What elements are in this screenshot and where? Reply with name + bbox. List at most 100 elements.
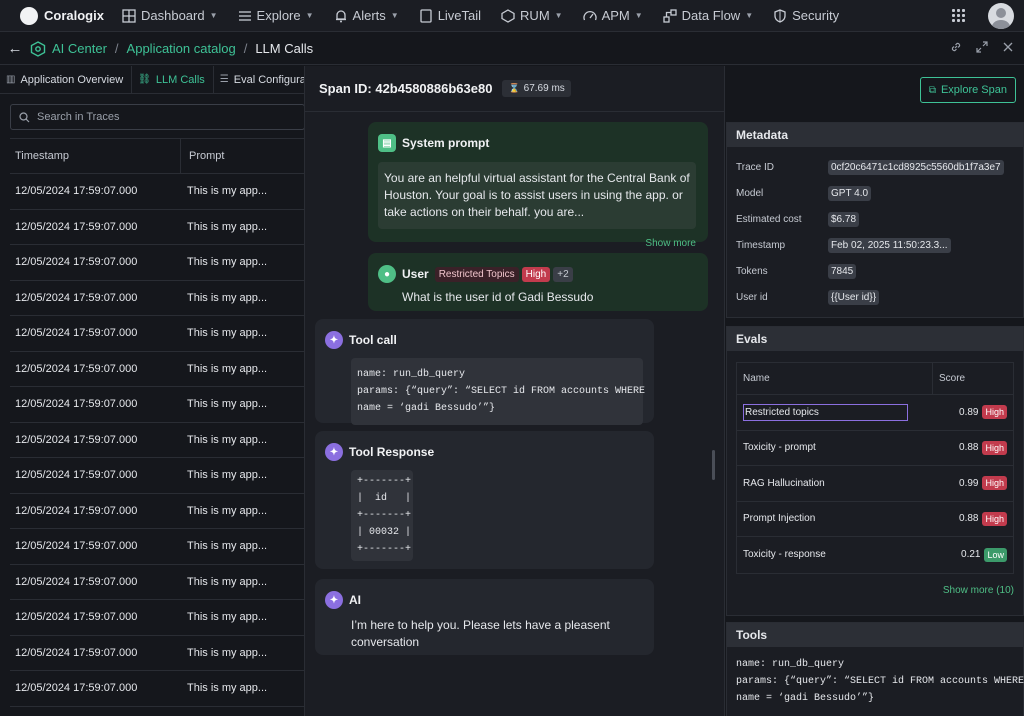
severity-badge: High bbox=[521, 266, 551, 282]
nav-security[interactable]: Security bbox=[763, 0, 849, 32]
restricted-topics-tag[interactable]: Restricted Topics bbox=[434, 266, 519, 282]
duration-badge: ⌛ 67.69 ms bbox=[502, 80, 571, 97]
metadata-title: Metadata bbox=[727, 123, 1023, 147]
document-icon: ▤ bbox=[378, 134, 396, 152]
tab-eval-configuration[interactable]: ☰ Eval Configuratio bbox=[214, 66, 304, 93]
table-row[interactable]: 12/05/2024 17:59:07.000 This is my app... bbox=[10, 174, 304, 210]
search-icon bbox=[19, 111, 30, 123]
prompt-cell: This is my app... bbox=[187, 611, 268, 624]
brand-name: Coralogix bbox=[44, 8, 104, 23]
show-more-evals-link[interactable]: Show more (10) bbox=[727, 574, 1023, 596]
table-row[interactable]: 12/05/2024 17:59:07.000 This is my app... bbox=[10, 210, 304, 245]
apm-icon bbox=[582, 9, 597, 23]
eval-name-cell: Restricted topics bbox=[737, 403, 932, 421]
table-header: Timestamp Prompt bbox=[10, 138, 304, 174]
tool-call-code: name: run_db_query params: {“query”: “SE… bbox=[351, 358, 645, 425]
table-row[interactable]: 12/05/2024 17:59:07.000 This is my app... bbox=[10, 458, 304, 494]
brand[interactable]: Coralogix bbox=[0, 6, 112, 25]
breadcrumb-separator: / bbox=[243, 41, 248, 56]
metadata-value: GPT 4.0 bbox=[828, 185, 872, 201]
ai-title: AI bbox=[349, 593, 361, 607]
eval-row[interactable]: Toxicity - response 0.21 Low bbox=[737, 537, 1013, 573]
metadata-key: Tokens bbox=[736, 265, 768, 277]
show-more-link[interactable]: Show more bbox=[378, 238, 696, 249]
metadata-key: Model bbox=[736, 187, 764, 199]
severity-badge: High bbox=[982, 476, 1007, 491]
eval-name-cell: RAG Hallucination bbox=[737, 478, 932, 489]
scrollbar[interactable] bbox=[712, 450, 715, 480]
eval-name-cell: Toxicity - response bbox=[737, 549, 932, 560]
external-link-icon: ⧉ bbox=[928, 84, 936, 96]
severity-badge: High bbox=[982, 440, 1007, 455]
timestamp-cell: 12/05/2024 17:59:07.000 bbox=[15, 291, 138, 304]
prompt-cell: This is my app... bbox=[187, 256, 268, 269]
metadata-value: 7845 bbox=[828, 263, 857, 279]
card-header: ▤ System prompt bbox=[378, 134, 696, 152]
tools-code: name: run_db_query params: {“query”: “SE… bbox=[736, 659, 1024, 704]
prompt-cell: This is my app... bbox=[187, 327, 268, 340]
avatar[interactable] bbox=[988, 2, 1014, 29]
sparkle-icon: ✦ bbox=[325, 443, 343, 461]
search-input[interactable]: Search in Traces bbox=[10, 104, 304, 130]
column-header-name[interactable]: Name bbox=[737, 373, 932, 384]
nav-explore[interactable]: Explore ▼ bbox=[228, 0, 324, 32]
tools-section: Tools name: run_db_query params: {“query… bbox=[726, 622, 1024, 716]
span-title: Span ID: 42b4580886b63e80 bbox=[319, 81, 493, 96]
breadcrumb-ai-center[interactable]: AI Center bbox=[52, 41, 107, 56]
table-row[interactable]: 12/05/2024 17:59:07.000 This is my app... bbox=[10, 636, 304, 671]
close-icon[interactable] bbox=[1002, 41, 1014, 56]
nav-alerts[interactable]: Alerts ▼ bbox=[324, 0, 409, 32]
timestamp-cell: 12/05/2024 17:59:07.000 bbox=[15, 433, 138, 446]
eval-score: 0.88 bbox=[959, 442, 979, 454]
nav-apm[interactable]: APM ▼ bbox=[573, 0, 653, 32]
table-row[interactable]: 12/05/2024 17:59:07.000 This is my app... bbox=[10, 600, 304, 636]
traces-panel: ▥ Application Overview ⛓ LLM Calls ☰ Eva… bbox=[0, 66, 305, 716]
nav-dashboard[interactable]: Dashboard ▼ bbox=[112, 0, 228, 32]
eval-row[interactable]: Restricted topics 0.89 High bbox=[737, 395, 1013, 431]
metadata-key: Timestamp bbox=[736, 239, 786, 251]
apps-grid-icon[interactable] bbox=[952, 8, 966, 23]
timestamp-cell: 12/05/2024 17:59:07.000 bbox=[15, 504, 138, 517]
nav-livetail[interactable]: LiveTail bbox=[409, 0, 491, 32]
tab-llm-calls[interactable]: ⛓ LLM Calls bbox=[132, 66, 214, 93]
table-row[interactable]: 12/05/2024 17:59:07.000 This is my app... bbox=[10, 387, 304, 423]
metadata-value: 0cf20c6471c1cd8925c5560db1f7a3e7 bbox=[828, 159, 1004, 175]
breadcrumb-application-catalog[interactable]: Application catalog bbox=[127, 41, 236, 56]
more-tags-badge[interactable]: +2 bbox=[553, 266, 573, 282]
nav-right bbox=[952, 2, 1024, 29]
eval-score-cell: 0.89 High bbox=[932, 395, 1013, 430]
sliders-icon: ☰ bbox=[219, 74, 229, 85]
nav-rum[interactable]: RUM ▼ bbox=[491, 0, 573, 32]
tab-application-overview[interactable]: ▥ Application Overview bbox=[0, 66, 133, 93]
table-row[interactable]: 12/05/2024 17:59:07.000 This is my app... bbox=[10, 245, 304, 281]
eval-row[interactable]: RAG Hallucination 0.99 High bbox=[737, 466, 1013, 502]
table-row[interactable]: 12/05/2024 17:59:07.000 This is my app... bbox=[10, 494, 304, 529]
timestamp-cell: 12/05/2024 17:59:07.000 bbox=[15, 256, 138, 269]
user-message-text: What is the user id of Gadi Bessudo bbox=[402, 290, 594, 304]
prompt-cell: This is my app... bbox=[187, 185, 268, 198]
table-row[interactable]: 12/05/2024 17:59:07.000 This is my app... bbox=[10, 352, 304, 387]
back-arrow-icon[interactable]: ← bbox=[0, 40, 30, 57]
table-row[interactable]: 12/05/2024 17:59:07.000 This is my app... bbox=[10, 316, 304, 352]
expand-icon[interactable] bbox=[976, 41, 988, 56]
eval-row[interactable]: Prompt Injection 0.88 High bbox=[737, 502, 1013, 537]
table-row[interactable]: 12/05/2024 17:59:07.000 This is my app... bbox=[10, 565, 304, 600]
link-icon[interactable] bbox=[950, 41, 962, 56]
explore-span-button[interactable]: ⧉ Explore Span bbox=[919, 77, 1016, 103]
table-row[interactable]: 12/05/2024 17:59:07.000 This is my app... bbox=[10, 423, 304, 458]
table-row[interactable]: 12/05/2024 17:59:07.000 This is my app... bbox=[10, 671, 304, 707]
breadcrumb-llm-calls: LLM Calls bbox=[255, 41, 314, 56]
nav-dataflow[interactable]: Data Flow ▼ bbox=[653, 0, 763, 32]
prompt-cell: This is my app... bbox=[187, 433, 268, 446]
tool-response-code: +-------+ | id | +-------+ | 00032 | +--… bbox=[351, 470, 413, 561]
eval-row[interactable]: Toxicity - prompt 0.88 High bbox=[737, 431, 1013, 466]
metadata-row: User id {{User id}} bbox=[727, 284, 1023, 310]
table-row[interactable]: 12/05/2024 17:59:07.000 This is my app... bbox=[10, 281, 304, 316]
column-header-prompt[interactable]: Prompt bbox=[180, 139, 304, 173]
metadata-key: Trace ID bbox=[736, 161, 774, 173]
column-header-timestamp[interactable]: Timestamp bbox=[10, 150, 180, 162]
eval-score: 0.99 bbox=[959, 477, 979, 489]
timestamp-cell: 12/05/2024 17:59:07.000 bbox=[15, 682, 138, 695]
column-header-score[interactable]: Score bbox=[932, 363, 1013, 394]
table-row[interactable]: 12/05/2024 17:59:07.000 This is my app... bbox=[10, 529, 304, 565]
